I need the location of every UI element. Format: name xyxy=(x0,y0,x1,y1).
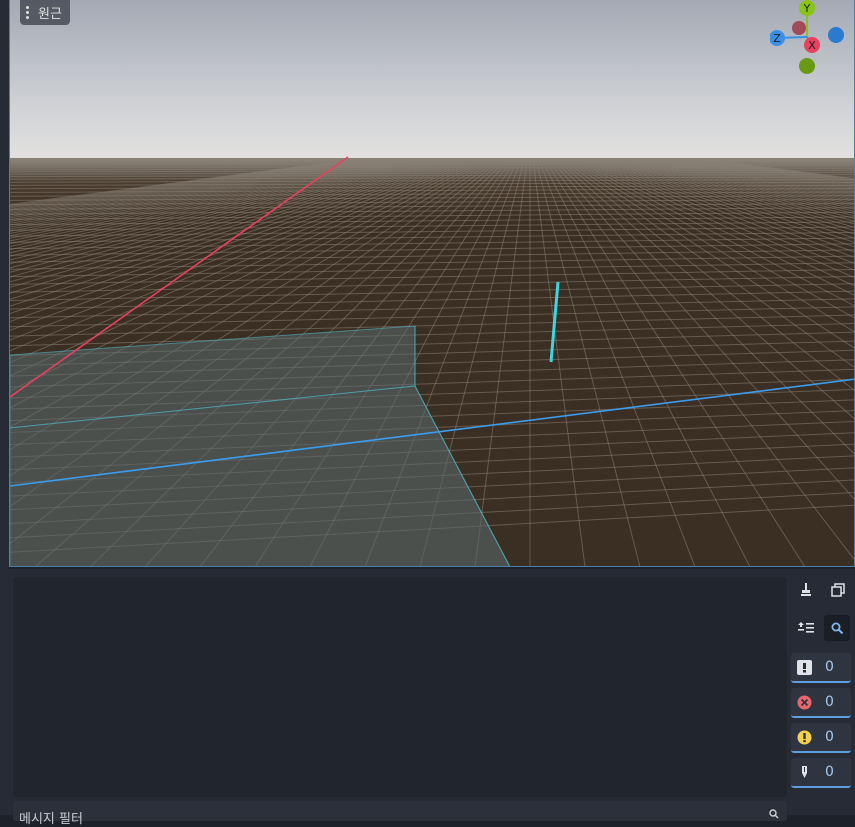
search-icon xyxy=(831,622,844,635)
broom-icon xyxy=(799,582,813,598)
errors-filter[interactable]: 0 xyxy=(791,688,851,718)
left-dock-strip xyxy=(0,0,9,815)
exclamation-box-icon xyxy=(797,660,812,675)
gizmo-neg-y-handle[interactable] xyxy=(799,58,815,74)
gizmo-neg-z-handle[interactable] xyxy=(828,27,844,43)
view-orientation-gizmo[interactable]: Y Z X xyxy=(770,0,855,80)
filter-search-icon xyxy=(769,809,779,819)
output-log[interactable] xyxy=(13,577,787,797)
copy-icon xyxy=(831,583,845,597)
warnings-count: 0 xyxy=(825,729,834,745)
sky xyxy=(10,0,855,160)
clear-log-button[interactable] xyxy=(793,577,819,603)
kebab-menu-icon xyxy=(26,4,30,21)
message-filter-placeholder: 메시지 필터 xyxy=(19,808,83,827)
gizmo-x-text: X xyxy=(808,39,816,52)
standard-messages-count: 0 xyxy=(825,659,834,675)
errors-count: 0 xyxy=(825,694,834,710)
perspective-menu-button[interactable]: 원근 xyxy=(20,0,70,25)
gizmo-neg-x-handle[interactable] xyxy=(792,21,806,35)
collapse-lines-icon xyxy=(798,621,814,635)
copy-log-button[interactable] xyxy=(825,577,851,603)
message-filter-field[interactable]: 메시지 필터 xyxy=(13,801,787,821)
collapse-duplicates-button[interactable] xyxy=(793,615,819,641)
pen-icon xyxy=(797,765,812,780)
toggle-search-button[interactable] xyxy=(824,615,850,641)
warning-circle-icon xyxy=(797,730,812,745)
3d-viewport[interactable]: 원근 Y Z X xyxy=(9,0,855,567)
output-panel: 메시지 필터 xyxy=(9,569,855,815)
viewport-scene[interactable] xyxy=(10,0,855,567)
editor-messages-count: 0 xyxy=(825,764,834,780)
error-circle-icon xyxy=(797,695,812,710)
perspective-label: 원근 xyxy=(38,3,62,22)
gizmo-z-text: Z xyxy=(773,32,781,45)
standard-messages-filter[interactable]: 0 xyxy=(791,653,851,683)
warnings-filter[interactable]: 0 xyxy=(791,723,851,753)
gizmo-y-text: Y xyxy=(803,2,811,15)
editor-messages-filter[interactable]: 0 xyxy=(791,758,851,788)
